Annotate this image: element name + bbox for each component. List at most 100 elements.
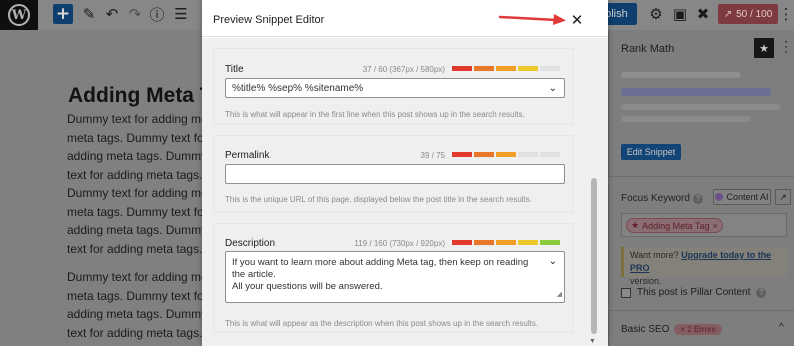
meter-segment (518, 66, 538, 71)
meter-segment (474, 66, 494, 71)
wordpress-logo-icon: W (8, 4, 30, 26)
meter-segment (452, 240, 472, 245)
pillar-content-row: This post is Pillar Content ? (621, 287, 767, 298)
score-trend-icon: ↗ (723, 8, 733, 20)
keyword-tag[interactable]: ★ Adding Meta Tag × (626, 218, 723, 233)
paragraph-line: adding meta tags. Dummy t (67, 307, 207, 321)
content-ai-button[interactable]: Content AI (713, 189, 771, 205)
scrollbar-thumb[interactable] (591, 178, 597, 334)
modal-header: Preview Snippet Editor ✕ (202, 0, 608, 37)
paragraph-line: Dummy text for adding met (67, 186, 207, 200)
paragraph-line: text for adding meta tags. D (67, 241, 207, 256)
divider (609, 310, 794, 311)
description-label: Description (225, 238, 276, 249)
focus-keyword-input[interactable]: ★ Adding Meta Tag × (621, 213, 787, 237)
title-length-meter (452, 66, 560, 71)
title-input[interactable]: %title% %sep% %sitename% ⌄ (225, 78, 565, 98)
sidebar-more-icon[interactable]: ⋮ (779, 38, 793, 55)
help-icon[interactable]: ? (756, 287, 767, 298)
description-section: Description 119 / 160 (730px / 920px) If… (213, 223, 574, 333)
permalink-label: Permalink (225, 150, 270, 161)
options-menu-icon[interactable]: ⋮ (779, 4, 794, 24)
edit-snippet-button[interactable]: Edit Snippet (621, 144, 681, 160)
wordpress-logo-button[interactable]: W (0, 0, 38, 30)
permalink-length-meter (452, 152, 560, 157)
paragraph-block[interactable]: Dummy text for adding met meta tags. Dum… (67, 268, 207, 346)
trends-button[interactable]: ↗ (775, 189, 791, 205)
paragraph-line: meta tags. Dummy text for (67, 288, 207, 303)
permalink-char-count: 39 / 75 (420, 151, 445, 160)
meter-segment (518, 152, 538, 157)
upgrade-prefix: Want more? (630, 250, 682, 260)
description-textarea[interactable]: If you want to learn more about adding M… (225, 251, 565, 303)
meter-segment (496, 66, 516, 71)
list-view-icon[interactable]: ☰ (172, 4, 190, 24)
meter-segment (452, 152, 472, 157)
preview-icon[interactable]: ▣ (671, 4, 689, 24)
keyword-star-icon: ★ (631, 220, 640, 230)
preview-url-blur (621, 72, 741, 78)
rank-math-sidebar: Rank Math ★ ⋮ Edit Snippet Focus Keyword… (608, 30, 794, 346)
collapse-icon[interactable]: ^ (779, 322, 784, 333)
paragraph-line: text for adding meta tags. D (67, 167, 207, 182)
paragraph-block[interactable]: Dummy text for adding met meta tags. Dum… (67, 110, 207, 278)
divider (609, 176, 794, 177)
meter-segment (474, 152, 494, 157)
basic-seo-header[interactable]: Basic SEO × 2 Errors (621, 324, 722, 335)
star-icon[interactable]: ★ (754, 38, 774, 58)
seo-score-badge[interactable]: ↗ 50 / 100 (718, 4, 778, 24)
edit-tools-icon[interactable]: ✎ (80, 4, 98, 24)
scroll-down-icon[interactable]: ▼ (589, 338, 596, 345)
undo-icon[interactable]: ↶ (103, 4, 121, 24)
meter-segment (496, 152, 516, 157)
sidebar-title: Rank Math (621, 43, 675, 55)
description-line-1: If you want to learn more about adding M… (232, 257, 529, 280)
remove-keyword-icon[interactable]: × (712, 221, 717, 231)
pillar-content-checkbox[interactable] (621, 287, 631, 298)
permalink-section: Permalink 39 / 75 This is the unique URL… (213, 135, 574, 213)
post-title[interactable]: Adding Meta T (68, 84, 213, 108)
basic-seo-label: Basic SEO (621, 324, 670, 335)
help-icon[interactable]: ? (692, 193, 703, 204)
preview-desc-blur (621, 104, 781, 110)
upgrade-notice: Want more? Upgrade today to the PRO vers… (621, 247, 787, 286)
content-ai-label: Content AI (726, 192, 769, 202)
seo-score-label: 50 / 100 (736, 8, 773, 20)
pillar-content-label: This post is Pillar Content (637, 287, 751, 298)
preview-snippet-editor-modal: Preview Snippet Editor ✕ Title 37 / 60 (… (202, 0, 608, 346)
rank-math-icon[interactable]: ✖ (694, 4, 712, 24)
paragraph-line: adding meta tags. Dummy t (67, 149, 207, 163)
content-ai-icon (715, 193, 724, 201)
meter-segment (496, 240, 516, 245)
focus-keyword-label: Focus Keyword ? (621, 193, 703, 204)
preview-title-blur (621, 88, 771, 96)
title-help-text: This is what will appear in the first li… (225, 110, 525, 119)
upgrade-suffix: version. (630, 276, 662, 286)
snippet-preview (621, 68, 783, 138)
title-char-count: 37 / 60 (367px / 580px) (362, 65, 445, 74)
title-input-value: %title% %sep% %sitename% (232, 83, 364, 94)
redo-icon[interactable]: ↷ (126, 4, 144, 24)
description-length-meter (452, 240, 560, 245)
meter-segment (540, 152, 560, 157)
info-icon[interactable]: ⓘ (148, 4, 166, 24)
modal-title: Preview Snippet Editor (213, 14, 325, 26)
meter-segment (540, 240, 560, 245)
chevron-down-icon[interactable]: ⌄ (549, 83, 557, 94)
title-section: Title 37 / 60 (367px / 580px) %title% %s… (213, 48, 574, 125)
title-label: Title (225, 64, 244, 75)
meter-segment (518, 240, 538, 245)
paragraph-line: Dummy text for adding met (67, 270, 207, 284)
permalink-input[interactable] (225, 164, 565, 184)
paragraph-line: text for adding meta tags. D (67, 325, 207, 340)
paragraph-line: adding meta tags. Dummy t (67, 223, 207, 237)
settings-icon[interactable]: ⚙ (647, 4, 665, 24)
resize-handle-icon[interactable]: ◢ (557, 289, 562, 301)
description-char-count: 119 / 160 (730px / 920px) (354, 239, 445, 248)
keyword-tag-label: Adding Meta Tag (642, 220, 710, 231)
focus-keyword-text: Focus Keyword (621, 193, 690, 204)
chevron-down-icon[interactable]: ⌄ (549, 256, 557, 268)
preview-desc-blur (621, 116, 751, 122)
add-block-button[interactable]: + (53, 4, 73, 24)
close-icon[interactable]: ✕ (568, 11, 586, 29)
